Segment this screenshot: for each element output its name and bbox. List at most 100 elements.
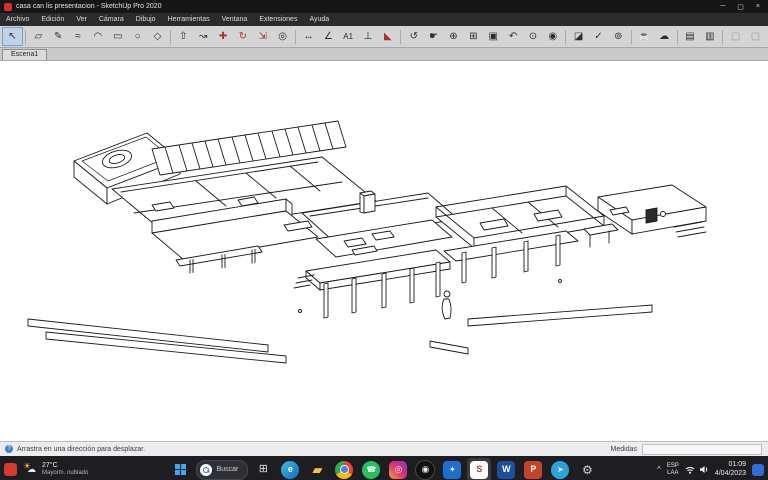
toolbar-separator bbox=[722, 29, 724, 44]
camera-icon: ◉ bbox=[415, 459, 436, 480]
menu-extensiones[interactable]: Extensiones bbox=[253, 16, 303, 23]
axes-tool-icon[interactable]: ⊥ bbox=[359, 28, 378, 45]
settings-gear-icon: ⚙ bbox=[582, 462, 593, 477]
section-plane-tool-icon[interactable]: ◪ bbox=[569, 28, 588, 45]
weather-widget[interactable]: ☀ ☁ 27°C Mayorm. nublado bbox=[23, 461, 88, 477]
rotate-tool-icon[interactable]: ↻ bbox=[233, 28, 252, 45]
look-around-tool-icon[interactable]: ◉ bbox=[543, 28, 562, 45]
measurements-input[interactable] bbox=[642, 443, 762, 455]
toolbar-separator bbox=[630, 29, 632, 44]
minimize-button[interactable]: ─ bbox=[720, 3, 725, 11]
menu-ayuda[interactable]: Ayuda bbox=[303, 16, 335, 23]
search-box[interactable]: Buscar bbox=[195, 459, 249, 480]
taskbar-app-powerpoint[interactable]: P bbox=[521, 458, 545, 480]
previous-view-tool-icon[interactable]: ↶ bbox=[504, 28, 523, 45]
sketchup-window: casa can lis presentacion - SketchUp Pro… bbox=[0, 0, 768, 480]
sketchup-logo-icon bbox=[4, 2, 12, 11]
wifi-icon[interactable] bbox=[685, 465, 695, 474]
partly-cloudy-icon: ☀ ☁ bbox=[23, 461, 36, 474]
scale-tool-icon[interactable]: ⇲ bbox=[253, 28, 272, 45]
select-tool-icon[interactable]: ↖ bbox=[2, 27, 23, 46]
freehand-tool-icon[interactable]: ≈ bbox=[69, 28, 88, 45]
extension-warehouse-icon[interactable]: ☕ bbox=[635, 28, 654, 45]
taskbar-app-whatsapp[interactable]: ☎ bbox=[359, 458, 383, 480]
close-button[interactable]: × bbox=[756, 3, 760, 11]
paint-bucket-tool-icon[interactable]: ◣ bbox=[378, 28, 397, 45]
polygon-tool-icon[interactable]: ◇ bbox=[148, 28, 167, 45]
sketchup-icon: S bbox=[470, 460, 489, 479]
chrome-icon bbox=[335, 460, 354, 479]
toolbar-separator bbox=[676, 29, 678, 44]
toolbar-separator bbox=[24, 29, 26, 44]
taskbar-app-edge[interactable]: e bbox=[278, 458, 302, 480]
notifications-badge[interactable] bbox=[752, 463, 764, 476]
language-indicator[interactable]: ESP LAA bbox=[667, 463, 679, 477]
weather-temp: 27°C bbox=[42, 462, 58, 469]
orbit-tool-icon[interactable]: ↺ bbox=[404, 28, 423, 45]
follow-me-tool-icon[interactable]: ↝ bbox=[194, 28, 213, 45]
taskbar-app-settings[interactable]: ⚙ bbox=[575, 458, 599, 480]
menu-dibujo[interactable]: Dibujo bbox=[130, 16, 162, 23]
menu-ventana[interactable]: Ventana bbox=[216, 16, 254, 23]
taskbar-app-camera[interactable]: ◉ bbox=[413, 458, 437, 480]
move-tool-icon[interactable]: ✚ bbox=[214, 28, 233, 45]
measurements-label: Medidas bbox=[610, 445, 637, 453]
file-explorer-icon: ▰ bbox=[312, 462, 323, 477]
eraser-tool-icon[interactable]: ▱ bbox=[29, 28, 48, 45]
help-icon[interactable]: ? bbox=[5, 445, 13, 453]
disabled-tool-icon: ▢ bbox=[746, 28, 765, 45]
menu-bar: Archivo Edición Ver Cámara Dibujo Herram… bbox=[0, 13, 768, 26]
tray-date: 4/04/2023 bbox=[714, 469, 746, 477]
taskbar-corner-icon[interactable] bbox=[4, 463, 17, 476]
zoom-extents-tool-icon[interactable]: ▣ bbox=[484, 28, 503, 45]
taskbar-app-word[interactable]: W bbox=[494, 458, 518, 480]
word-icon: W bbox=[497, 460, 516, 479]
volume-icon[interactable] bbox=[699, 465, 709, 474]
model-3d-wireframe bbox=[27, 120, 707, 364]
photos-icon: ✦ bbox=[443, 460, 462, 479]
text-tool-icon[interactable]: A1 bbox=[339, 28, 358, 45]
pan-tool-icon[interactable]: ☛ bbox=[424, 28, 443, 45]
search-icon bbox=[199, 463, 212, 476]
taskbar-app-photos[interactable]: ✦ bbox=[440, 458, 464, 480]
arc-tool-icon[interactable]: ◠ bbox=[88, 28, 107, 45]
taskbar-app-instagram[interactable]: ◎ bbox=[386, 458, 410, 480]
model-viewport[interactable] bbox=[0, 61, 768, 441]
check-model-icon[interactable]: ✓ bbox=[589, 28, 608, 45]
circle-tool-icon[interactable]: ○ bbox=[128, 28, 147, 45]
maximize-button[interactable]: ▢ bbox=[737, 3, 744, 11]
push-pull-tool-icon[interactable]: ⇧ bbox=[174, 28, 193, 45]
line-tool-icon[interactable]: ✎ bbox=[49, 28, 68, 45]
taskbar-app-task-view[interactable]: ⊞ bbox=[251, 458, 275, 480]
start-button[interactable] bbox=[169, 458, 193, 480]
style-edit-icon[interactable]: ▤ bbox=[681, 28, 700, 45]
clock[interactable]: 01:09 4/04/2023 bbox=[715, 461, 746, 478]
status-bar: ? Arrastra en una dirección para desplaz… bbox=[0, 441, 768, 456]
tray-expand-icon[interactable]: ^ bbox=[657, 465, 661, 474]
taskbar-app-telegram[interactable]: ➤ bbox=[548, 458, 572, 480]
zoom-window-tool-icon[interactable]: ⊞ bbox=[464, 28, 483, 45]
solid-tools-icon[interactable]: ⊚ bbox=[609, 28, 628, 45]
task-view-icon: ⊞ bbox=[258, 463, 268, 475]
menu-herramientas[interactable]: Herramientas bbox=[162, 16, 216, 23]
toolbar-separator bbox=[400, 29, 402, 44]
zoom-tool-icon[interactable]: ⊕ bbox=[444, 28, 463, 45]
taskbar-app-sketchup[interactable]: S bbox=[467, 457, 492, 480]
taskbar-app-file-explorer[interactable]: ▰ bbox=[305, 458, 329, 480]
offset-tool-icon[interactable]: ◎ bbox=[273, 28, 292, 45]
windows-logo-icon bbox=[175, 464, 187, 475]
3d-warehouse-icon[interactable]: ☁ bbox=[655, 28, 674, 45]
taskbar-app-chrome[interactable] bbox=[332, 458, 356, 480]
menu-ver[interactable]: Ver bbox=[70, 16, 93, 23]
scene-tab-escena1[interactable]: Escena1 bbox=[2, 49, 48, 60]
scene-tab-bar: Escena1 bbox=[0, 48, 768, 61]
menu-edicion[interactable]: Edición bbox=[35, 16, 70, 23]
protractor-tool-icon[interactable]: ∠ bbox=[319, 28, 338, 45]
rectangle-tool-icon[interactable]: ▭ bbox=[108, 28, 127, 45]
position-camera-tool-icon[interactable]: ⊙ bbox=[523, 28, 542, 45]
menu-camara[interactable]: Cámara bbox=[93, 16, 130, 23]
menu-archivo[interactable]: Archivo bbox=[0, 16, 35, 23]
style-display-icon[interactable]: ▥ bbox=[700, 28, 719, 45]
search-label: Buscar bbox=[216, 466, 239, 473]
tape-measure-tool-icon[interactable]: ↔ bbox=[299, 28, 318, 45]
